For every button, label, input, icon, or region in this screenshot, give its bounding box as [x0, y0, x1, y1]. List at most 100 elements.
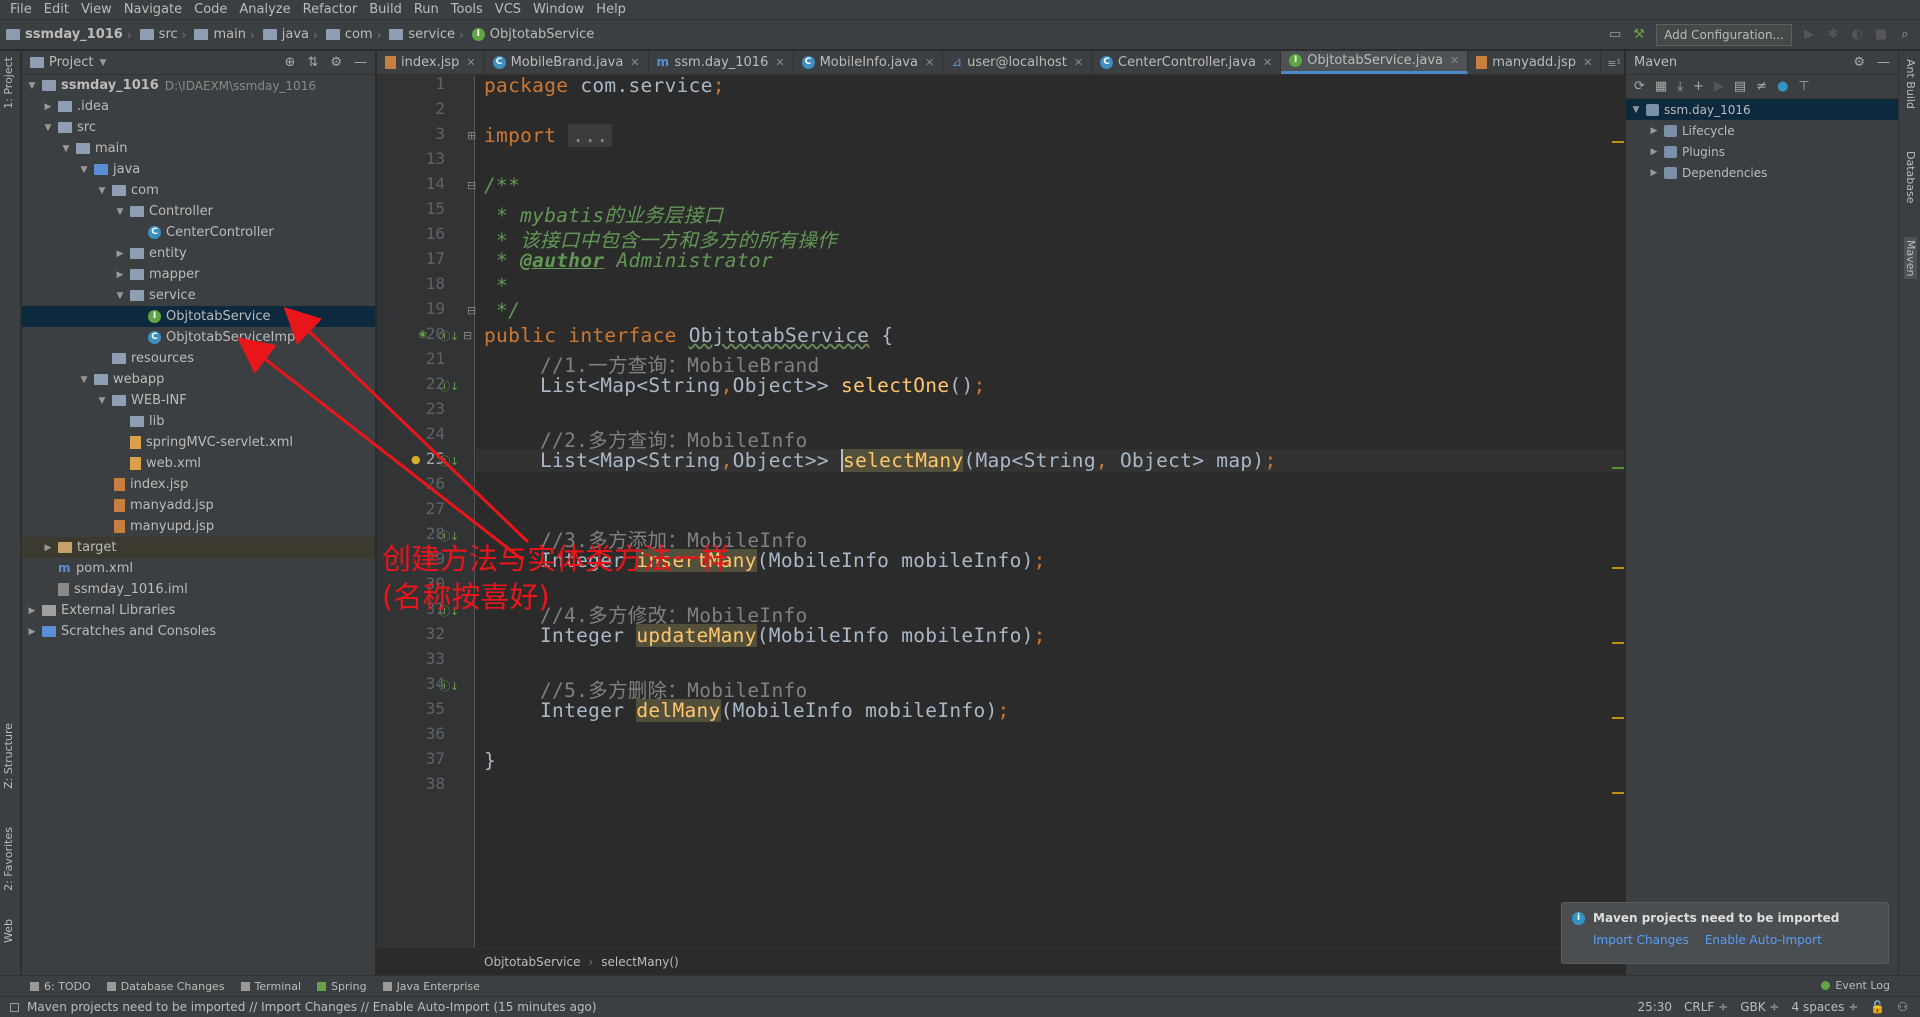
implemented-icon[interactable]: Ⓘ↓	[439, 378, 459, 394]
tool-tab-spring[interactable]: Spring	[317, 980, 367, 993]
chevron-down-icon[interactable]: ▼	[99, 58, 106, 68]
tree-item-mapper[interactable]: ▶ mapper	[22, 264, 375, 285]
tree-item-controller[interactable]: ▼ Controller	[22, 201, 375, 222]
fold-icon[interactable]: ⊟	[467, 179, 476, 192]
menu-edit[interactable]: Edit	[38, 2, 75, 17]
maven-item-dependencies[interactable]: ▶ Dependencies	[1626, 162, 1898, 183]
skip-tests-icon[interactable]: ●	[1777, 79, 1788, 94]
search-icon[interactable]: ⌕	[1898, 28, 1912, 42]
change-marker[interactable]	[1612, 467, 1624, 469]
breadcrumb-service[interactable]: service ›	[389, 27, 467, 42]
tab-mobilebrand-java[interactable]: C MobileBrand.java ✕	[485, 51, 649, 74]
structure-tool-tab[interactable]: Z: Structure	[2, 723, 15, 789]
close-icon[interactable]: ✕	[1450, 54, 1459, 67]
lightbulb-icon[interactable]: ●	[411, 453, 421, 466]
tab-index-jsp[interactable]: index.jsp ✕	[377, 51, 485, 74]
maven-item-lifecycle[interactable]: ▶ Lifecycle	[1626, 120, 1898, 141]
status-toggle-icon[interactable]	[10, 1002, 19, 1012]
close-icon[interactable]: ✕	[1263, 56, 1272, 69]
tree-item-scratches[interactable]: ▶ Scratches and Consoles	[22, 621, 375, 642]
tree-item-pomxml[interactable]: m pom.xml	[22, 558, 375, 579]
project-tool-tab[interactable]: 1: Project	[2, 57, 15, 109]
tool-tab-terminal[interactable]: Terminal	[240, 980, 301, 993]
show-dependencies-icon[interactable]: ⊤	[1798, 79, 1809, 94]
tree-item-src[interactable]: ▼ src	[22, 117, 375, 138]
close-icon[interactable]: ✕	[1074, 56, 1083, 69]
close-icon[interactable]: ✕	[775, 56, 784, 69]
tree-item-entity[interactable]: ▶ entity	[22, 243, 375, 264]
debug-icon[interactable]: ✱	[1826, 28, 1840, 42]
close-icon[interactable]: ✕	[466, 56, 475, 69]
fold-icon[interactable]: ⊟	[463, 329, 472, 342]
close-icon[interactable]: ✕	[630, 56, 639, 69]
breadcrumb-main[interactable]: main ›	[194, 27, 258, 42]
breadcrumb-com[interactable]: com ›	[325, 27, 386, 42]
fold-icon[interactable]: ⊞	[467, 129, 476, 142]
menu-tools[interactable]: Tools	[445, 2, 489, 17]
menu-view[interactable]: View	[75, 2, 118, 17]
gear-icon[interactable]: ⚙	[330, 55, 342, 70]
spring-bean-icon[interactable]: ❀	[418, 328, 427, 341]
run-icon[interactable]: ▶	[1802, 28, 1816, 42]
tab-centercontroller-java[interactable]: C CenterController.java ✕	[1092, 51, 1282, 74]
lock-icon[interactable]: 🔓	[1870, 1000, 1885, 1014]
file-encoding[interactable]: GBK ÷	[1740, 1000, 1779, 1014]
database-tool-tab[interactable]: Database	[1904, 151, 1917, 204]
tree-item-objtotabservice[interactable]: I ObjtotabService	[22, 306, 375, 327]
tree-item-indexjsp[interactable]: index.jsp	[22, 474, 375, 495]
add-configuration-button[interactable]: Add Configuration...	[1656, 24, 1792, 46]
caret-position[interactable]: 25:30	[1637, 1000, 1672, 1014]
error-stripe-marker[interactable]	[1612, 792, 1624, 794]
tree-item-centercontroller[interactable]: C CenterController	[22, 222, 375, 243]
tab-mobileinfo-java[interactable]: C MobileInfo.java ✕	[794, 51, 944, 74]
tree-item-objtotabserviceimpl[interactable]: C ObjtotabServiceImpl	[22, 327, 375, 348]
menu-code[interactable]: Code	[188, 2, 233, 17]
collapse-icon[interactable]: ⇅	[307, 55, 318, 70]
tab-ssm-day-1016[interactable]: m ssm.day_1016 ✕	[649, 51, 794, 74]
menu-help[interactable]: Help	[590, 2, 632, 17]
code-editor[interactable]: package com.service; import ... /** * my…	[476, 74, 1624, 948]
menu-window[interactable]: Window	[527, 2, 590, 17]
line-separator[interactable]: CRLF ÷	[1684, 1000, 1728, 1014]
coverage-icon[interactable]: ◐	[1850, 28, 1864, 42]
maven-item-plugins[interactable]: ▶ Plugins	[1626, 141, 1898, 162]
event-log-tab[interactable]: Event Log	[1821, 979, 1890, 992]
tree-item-idea[interactable]: ▶ .idea	[22, 96, 375, 117]
error-stripe-marker[interactable]	[1612, 567, 1624, 569]
menu-build[interactable]: Build	[363, 2, 408, 17]
tab-manyadd-jsp[interactable]: manyadd.jsp ✕	[1468, 51, 1602, 74]
tab-objtotabservice-java[interactable]: I ObjtotabService.java ✕	[1281, 51, 1469, 74]
tree-item-service[interactable]: ▼ service	[22, 285, 375, 306]
minimize-icon[interactable]: —	[1877, 55, 1890, 70]
tool-tab-database-changes[interactable]: Database Changes	[106, 980, 225, 993]
build-hammer-icon[interactable]: ⚒	[1632, 28, 1646, 42]
tool-tab-java-enterprise[interactable]: Java Enterprise	[382, 980, 480, 993]
tree-item-java[interactable]: ▼ java	[22, 159, 375, 180]
close-icon[interactable]: ✕	[1583, 56, 1592, 69]
layout-icon[interactable]: ▭	[1608, 28, 1622, 42]
tree-item-springmvc-servlet[interactable]: springMVC-servlet.xml	[22, 432, 375, 453]
tree-item-iml[interactable]: ssmday_1016.iml	[22, 579, 375, 600]
crumb-method[interactable]: selectMany()	[601, 955, 678, 969]
maven-item-root[interactable]: ▼ ssm.day_1016	[1626, 99, 1898, 120]
menu-file[interactable]: File	[4, 2, 38, 17]
run-icon[interactable]: ▶	[1714, 79, 1724, 94]
error-stripe-marker[interactable]	[1612, 141, 1624, 143]
tree-item-main[interactable]: ▼ main	[22, 138, 375, 159]
error-stripe-marker[interactable]	[1612, 642, 1624, 644]
tree-item-target[interactable]: ▶ target	[22, 537, 375, 558]
fold-icon[interactable]: ⊟	[467, 304, 476, 317]
ant-build-tool-tab[interactable]: Ant Build	[1904, 59, 1917, 109]
tree-item-webinf[interactable]: ▼ WEB-INF	[22, 390, 375, 411]
locate-icon[interactable]: ⊕	[285, 55, 296, 70]
close-icon[interactable]: ✕	[925, 56, 934, 69]
menu-refactor[interactable]: Refactor	[297, 2, 364, 17]
tree-item-manyaddjsp[interactable]: manyadd.jsp	[22, 495, 375, 516]
implemented-icon[interactable]: Ⓘ↓	[439, 453, 459, 469]
tree-item-root[interactable]: ▼ ssmday_1016 D:\IDAEXM\ssmday_1016	[22, 75, 375, 96]
tool-tab-todo[interactable]: 6: TODO	[30, 980, 91, 993]
tree-item-webxml[interactable]: web.xml	[22, 453, 375, 474]
toggle-offline-icon[interactable]: ≠	[1756, 79, 1767, 94]
stop-icon[interactable]: ■	[1874, 28, 1888, 42]
tab-user-localhost[interactable]: ⊿ user@localhost ✕	[943, 51, 1093, 74]
